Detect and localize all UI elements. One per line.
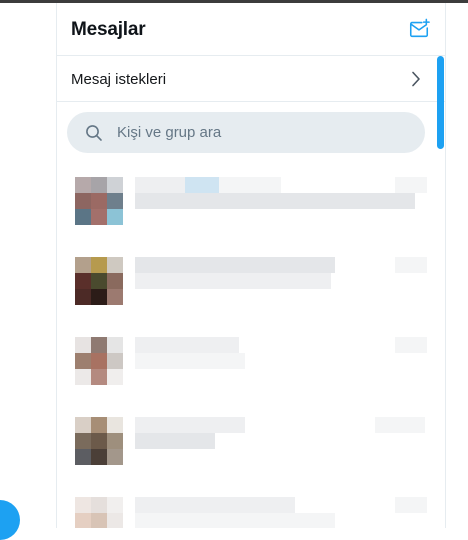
conversation-preview (135, 193, 415, 209)
page-title: Mesajlar (71, 19, 146, 40)
conversation-name (135, 257, 335, 273)
new-message-icon (409, 18, 430, 38)
conversation-timestamp (395, 177, 427, 193)
avatar (75, 337, 123, 385)
conversation-name (135, 497, 295, 513)
search-box[interactable] (67, 112, 425, 153)
conversation-preview (135, 433, 215, 449)
chevron-right-icon (412, 71, 420, 87)
conversation-name (135, 337, 239, 353)
conversation-item[interactable] (57, 241, 445, 321)
search-input[interactable] (115, 123, 399, 142)
conversation-timestamp (395, 497, 427, 513)
conversation-item[interactable] (57, 321, 445, 401)
avatar (75, 257, 123, 305)
conversation-name (135, 417, 245, 433)
conversation-name (185, 177, 219, 193)
conversation-item[interactable] (57, 161, 445, 241)
messages-header: Mesajlar (57, 3, 445, 56)
search-icon (85, 124, 103, 142)
conversation-item[interactable] (57, 481, 445, 528)
message-requests-link[interactable]: Mesaj istekleri (57, 56, 445, 102)
conversation-name (135, 177, 185, 193)
conversation-item[interactable] (57, 401, 445, 481)
avatar (75, 497, 123, 528)
conversation-preview (135, 513, 335, 528)
avatar (75, 417, 123, 465)
conversation-preview (135, 273, 331, 289)
conversation-timestamp (395, 257, 427, 273)
floating-action-button[interactable] (0, 500, 20, 540)
messages-panel: Mesajlar Mesaj istekleri (56, 3, 446, 528)
conversation-timestamp (395, 337, 427, 353)
new-message-button[interactable] (407, 17, 431, 41)
avatar (75, 177, 123, 225)
conversation-list (57, 161, 445, 528)
conversation-preview (135, 353, 245, 369)
conversation-name (219, 177, 281, 193)
message-requests-label: Mesaj istekleri (71, 71, 167, 88)
conversation-timestamp (375, 417, 425, 433)
scrollbar-thumb[interactable] (437, 56, 444, 149)
